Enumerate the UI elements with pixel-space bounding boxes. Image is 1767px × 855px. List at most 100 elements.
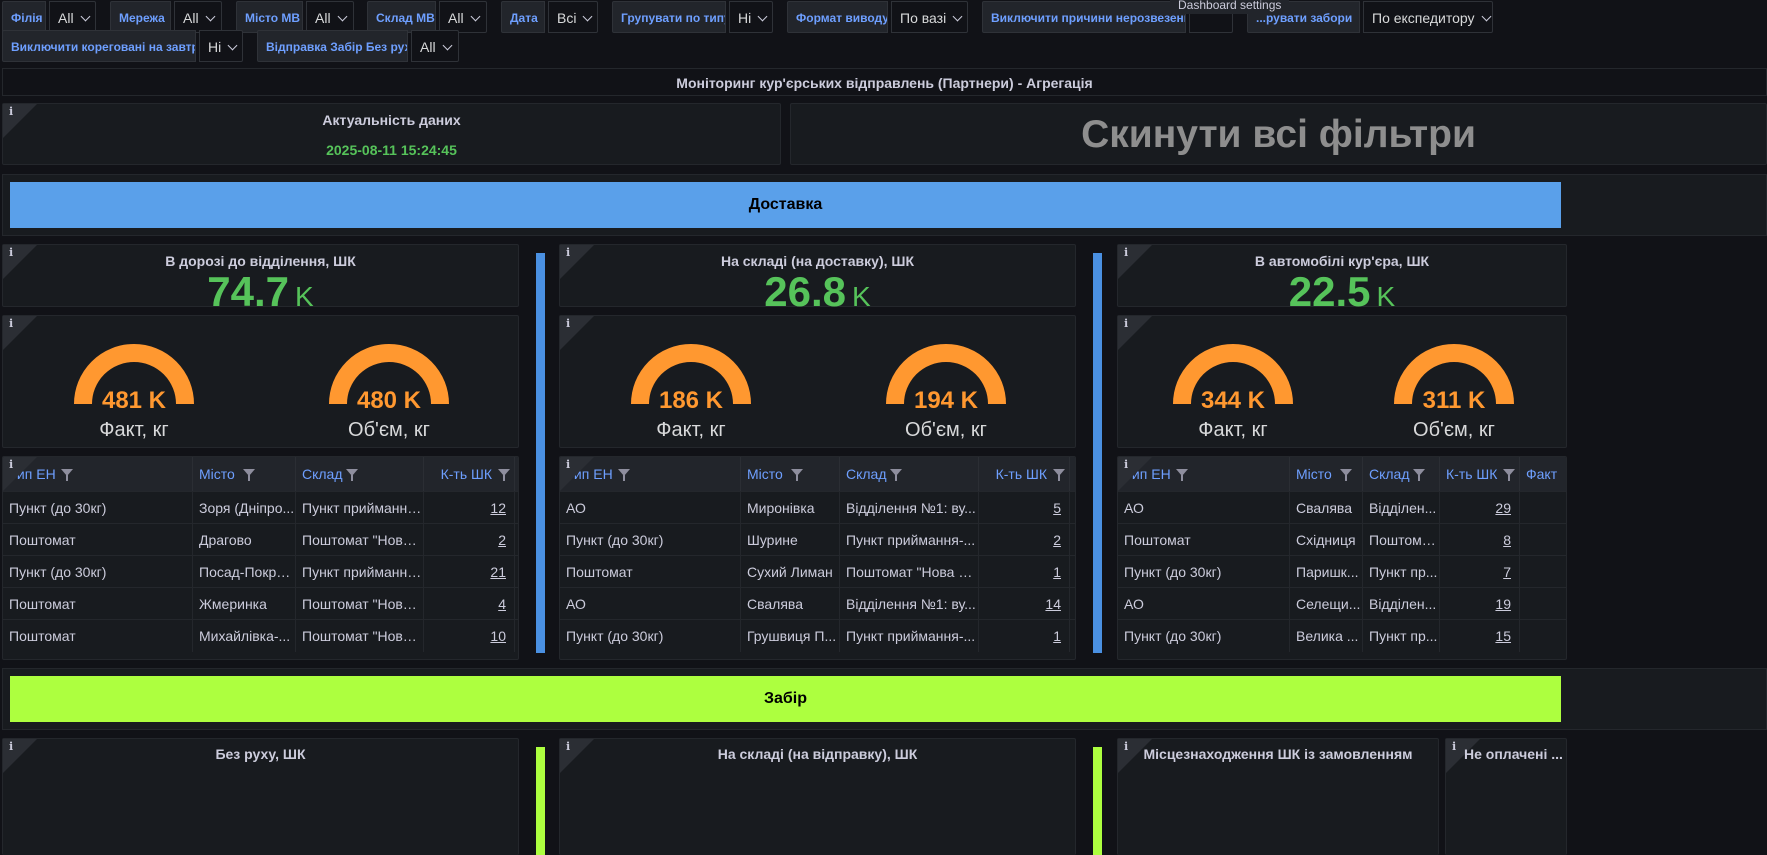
info-icon[interactable]: i [566,317,570,330]
cell-city: Жмеринка [193,588,296,620]
cell-count-link[interactable]: 1 [979,620,1070,652]
divider-bar [536,253,545,653]
cell-city: Селещи... [1290,588,1363,620]
filter-label-warehouse: Склад МВ [367,1,436,33]
table-row[interactable]: Пункт (до 30кг) Грушвиця П... Пункт прий… [560,619,1075,652]
table-row[interactable]: Поштомат Сухий Лиман Поштомат "Нова П...… [560,555,1075,588]
reset-panel[interactable]: Скинути всі фільтри [790,103,1767,165]
filter-icon[interactable] [618,469,630,481]
filter-label-output-format: Формат виводу [787,1,888,33]
info-icon[interactable]: i [9,458,13,471]
info-icon[interactable]: i [566,458,570,471]
cell-count-link[interactable]: 2 [979,524,1070,556]
column-header-warehouse[interactable]: Склад [1363,457,1440,491]
cell-type: АО [560,588,741,620]
cell-count-link[interactable]: 29 [1440,492,1520,524]
table-row[interactable]: Поштомат Жмеринка Поштомат "Нова ... 4 [3,587,518,620]
cell-count-link[interactable]: 5 [979,492,1070,524]
gauge-value: 311 K [1422,387,1486,414]
table-header: Тип ЕН Місто Склад К-ть ШК Факт [1118,457,1566,491]
table-row[interactable]: АО Миронівка Відділення №1: ву... 5 [560,491,1075,524]
table-row[interactable]: Пункт (до 30кг) Зоря (Дніпро... Пункт пр… [3,491,518,524]
filter-select-date[interactable]: Всі [548,1,598,33]
info-icon[interactable]: i [1452,740,1456,753]
filter-select-network[interactable]: All [174,1,222,33]
section-row[interactable]: Моніторинг кур'єрських відправлень (Парт… [2,68,1767,96]
cell-count-link[interactable]: 4 [424,588,515,620]
chevron-down-icon [80,11,91,22]
filter-select-shipment-pickup[interactable]: All [411,30,459,62]
table-row[interactable]: Поштомат Драгово Поштомат "Нова ... 2 [3,523,518,556]
table-row[interactable]: Пункт (до 30кг) Паришк... Пункт пр... 7 [1118,555,1566,588]
cell-count-link[interactable]: 1 [979,556,1070,588]
filter-select-exclude-corrected[interactable]: Ні [199,30,243,62]
cell-count-link[interactable]: 7 [1440,556,1520,588]
filter-icon[interactable] [1053,469,1065,481]
filter-select-group-pickups[interactable]: По експедитору [1363,1,1493,33]
filter-icon[interactable] [1503,469,1515,481]
table-row[interactable]: АО Селещи... Відділен... 19 [1118,587,1566,620]
cell-type: Поштомат [560,556,741,588]
filter-icon[interactable] [346,469,358,481]
stat-title: В автомобілі кур'єра, ШК [1254,253,1430,269]
info-icon[interactable]: i [9,317,13,330]
stat-value: 74.7 K [207,268,314,315]
cell-type: Поштомат [3,524,193,556]
cell-city: Драгово [193,524,296,556]
filter-select-output-format[interactable]: По вазі [891,1,968,33]
filter-select-filia[interactable]: All [49,1,96,33]
filter-icon[interactable] [243,469,255,481]
filter-label-date: Дата [501,1,545,33]
table-row[interactable]: Пункт (до 30кг) Шурине Пункт приймання-.… [560,523,1075,556]
chevron-down-icon [337,11,348,22]
gauge-label: Факт, кг [1198,419,1268,441]
cell-count-link[interactable]: 14 [979,588,1070,620]
divider-bar [536,747,545,855]
info-icon[interactable]: i [1124,458,1128,471]
cell-count-link[interactable]: 12 [424,492,515,524]
cell-count-link[interactable]: 2 [424,524,515,556]
table-row[interactable]: Поштомат Східниця Поштома... 8 [1118,523,1566,556]
cell-count-link[interactable]: 10 [424,620,515,652]
cell-city: Шурине [741,524,840,556]
filter-icon[interactable] [890,469,902,481]
reset-filters-button[interactable]: Скинути всі фільтри [791,112,1766,158]
column-header-city[interactable]: Місто [1290,457,1363,491]
table-row[interactable]: Пункт (до 30кг) Велика ... Пункт пр... 1… [1118,619,1566,652]
column-header-count[interactable]: К-ть ШК [979,457,1070,491]
info-icon[interactable]: i [1124,317,1128,330]
cell-count-link[interactable]: 19 [1440,588,1520,620]
column-header-city[interactable]: Місто [193,457,296,491]
column-header-count[interactable]: К-ть ШК [1440,457,1520,491]
column-header-city[interactable]: Місто [741,457,840,491]
column-header-warehouse[interactable]: Склад [296,457,424,491]
cell-count-link[interactable]: 8 [1440,524,1520,556]
table-row[interactable]: Поштомат Михайлівка-... Поштомат "Нова .… [3,619,518,652]
filter-icon[interactable] [1413,469,1425,481]
column-header-count[interactable]: К-ть ШК [424,457,515,491]
cell-type: Поштомат [1118,524,1290,556]
filter-select-warehouse[interactable]: All [439,1,487,33]
filter-icon[interactable] [498,469,510,481]
gauge-volume: 194 K Об'єм, кг [846,324,1046,444]
filter-label-filia: Філія [2,1,46,33]
table-row[interactable]: Пункт (до 30кг) Посад-Покро... Пункт при… [3,555,518,588]
table-row[interactable]: АО Свалява Відділен... 29 [1118,491,1566,524]
stat-title: В дорозі до відділення, ШК [165,253,356,269]
cell-count-link[interactable]: 21 [424,556,515,588]
filter-icon[interactable] [1340,469,1352,481]
cell-warehouse: Пункт приймання-... [840,620,979,652]
filter-icon[interactable] [791,469,803,481]
filter-select-city[interactable]: All [306,1,354,33]
table-row[interactable]: АО Свалява Відділення №1: ву... 14 [560,587,1075,620]
filter-icon[interactable] [61,469,73,481]
column-header-warehouse[interactable]: Склад [840,457,979,491]
cell-count-link[interactable]: 15 [1440,620,1520,652]
chevron-down-icon [952,11,963,22]
column-header-fact[interactable]: Факт [1520,457,1566,491]
section-title: Моніторинг кур'єрських відправлень (Парт… [676,75,1093,91]
filter-icon[interactable] [1176,469,1188,481]
delivery-banner: Доставка [10,182,1561,228]
filter-select-group-by-type[interactable]: Ні [729,1,773,33]
cell-city: Михайлівка-... [193,620,296,652]
